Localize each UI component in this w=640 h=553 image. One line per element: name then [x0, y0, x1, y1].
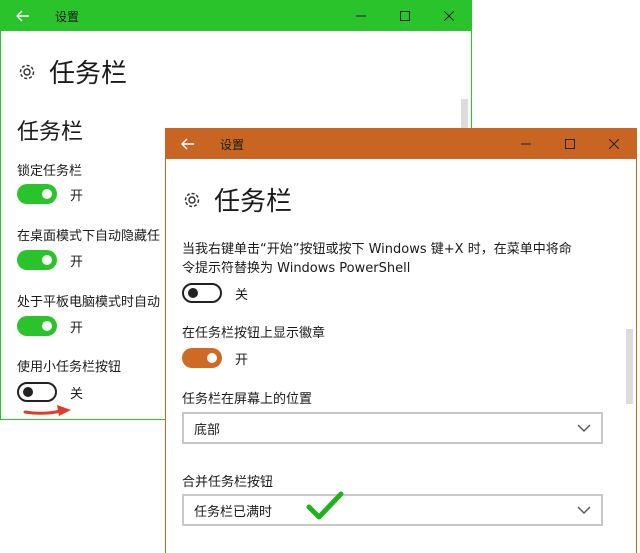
setting-label-position: 任务栏在屏幕上的位置 — [182, 392, 313, 407]
toggle-powershell[interactable]: 关 — [182, 283, 248, 303]
window-title: 设置 — [220, 137, 245, 152]
toggle-badges[interactable]: 开 — [182, 348, 248, 368]
page-header: 任务栏 — [182, 181, 292, 218]
toggle-state: 开 — [70, 320, 84, 336]
setting-label-auto-hide-tablet: 处于平板电脑模式时自动 — [17, 295, 161, 310]
toggle-auto-hide-tablet[interactable]: 开 — [17, 316, 83, 336]
select-value: 任务栏已满时 — [194, 504, 273, 520]
toggle-lock-taskbar[interactable]: 开 — [17, 184, 83, 204]
chevron-down-icon — [577, 506, 591, 514]
page-title: 任务栏 — [49, 59, 128, 89]
minimize-button[interactable] — [504, 129, 548, 159]
close-icon — [444, 11, 454, 21]
toggle-state: 开 — [235, 352, 249, 368]
chevron-down-icon — [577, 424, 591, 432]
close-button[interactable] — [427, 1, 471, 31]
green-checkmark-annotation — [306, 491, 344, 520]
gear-icon — [19, 64, 35, 79]
minimize-icon — [356, 15, 366, 17]
toggle-state: 开 — [70, 254, 84, 270]
setting-label-lock-taskbar: 锁定任务栏 — [17, 164, 83, 179]
maximize-button[interactable] — [383, 1, 427, 31]
setting-label-small-buttons: 使用小任务栏按钮 — [17, 360, 122, 375]
close-button[interactable] — [592, 129, 636, 159]
scrollbar[interactable] — [626, 329, 633, 404]
back-arrow-icon — [181, 138, 194, 150]
close-icon — [609, 139, 619, 149]
toggle-switch[interactable] — [17, 316, 57, 336]
toggle-auto-hide-desktop[interactable]: 开 — [17, 250, 83, 270]
setting-label-combine: 合并任务栏按钮 — [182, 475, 274, 490]
setting-label-powershell-line2: 令提示符替换为 Windows PowerShell — [182, 261, 411, 276]
gear-icon — [184, 192, 200, 207]
minimize-icon — [521, 143, 531, 145]
select-value: 底部 — [194, 422, 221, 438]
setting-label-powershell-line1: 当我右键单击“开始”按钮或按下 Windows 键+X 时，在菜单中将命 — [182, 242, 572, 257]
red-arrow-annotation — [23, 405, 71, 416]
section-title: 任务栏 — [17, 120, 84, 145]
back-button[interactable] — [1, 1, 45, 31]
page-header: 任务栏 — [17, 53, 127, 90]
minimize-button[interactable] — [339, 1, 383, 31]
maximize-icon — [565, 139, 575, 149]
toggle-state: 关 — [235, 287, 249, 303]
toggle-switch[interactable] — [17, 382, 57, 402]
maximize-icon — [400, 11, 410, 21]
toggle-switch[interactable] — [182, 348, 222, 368]
back-button[interactable] — [166, 129, 210, 159]
toggle-small-buttons[interactable]: 关 — [17, 382, 83, 402]
title-bar: 设置 — [1, 1, 471, 31]
position-select[interactable]: 底部 — [182, 412, 603, 444]
toggle-switch[interactable] — [182, 283, 222, 303]
setting-label-auto-hide-desktop: 在桌面模式下自动隐藏任 — [17, 229, 161, 244]
page-title: 任务栏 — [214, 187, 293, 217]
toggle-switch[interactable] — [17, 250, 57, 270]
maximize-button[interactable] — [548, 129, 592, 159]
back-arrow-icon — [16, 10, 29, 22]
window-title: 设置 — [55, 9, 80, 24]
combine-select[interactable]: 任务栏已满时 — [182, 494, 603, 526]
settings-window-front: 设置 任务栏 当我右键单击“开始”按钮或按下 Windows 键+X 时，在菜单… — [165, 128, 637, 553]
toggle-state: 关 — [70, 386, 84, 402]
toggle-state: 开 — [70, 188, 84, 204]
setting-label-badges: 在任务栏按钮上显示徽章 — [182, 326, 326, 341]
toggle-switch[interactable] — [17, 184, 57, 204]
title-bar: 设置 — [166, 129, 636, 159]
